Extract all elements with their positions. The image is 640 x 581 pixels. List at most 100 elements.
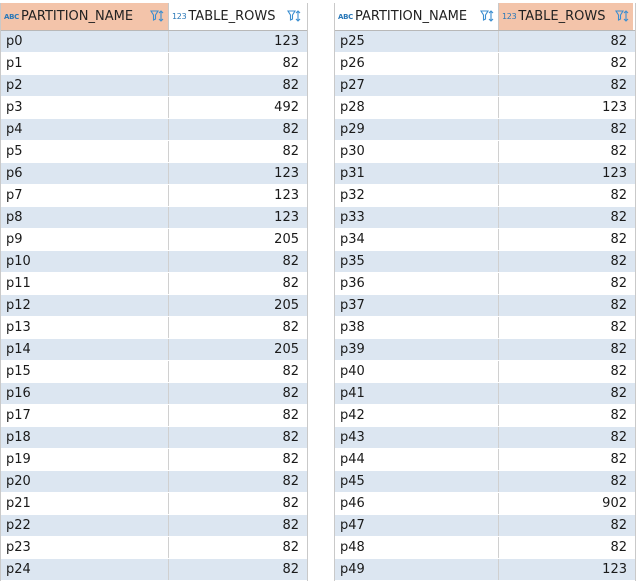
column-header-partition-name[interactable]: ABC PARTITION_NAME xyxy=(335,3,499,30)
partition-name-cell[interactable]: p1 xyxy=(1,53,169,74)
table-row[interactable]: p46 902 xyxy=(335,493,635,515)
partition-name-cell[interactable]: p35 xyxy=(335,251,499,272)
table-row[interactable]: p2 82 xyxy=(1,75,307,97)
table-row[interactable]: p12 205 xyxy=(1,295,307,317)
table-rows-cell[interactable]: 82 xyxy=(169,383,305,404)
partition-name-cell[interactable]: p43 xyxy=(335,427,499,448)
partition-name-cell[interactable]: p6 xyxy=(1,163,169,184)
partition-name-cell[interactable]: p44 xyxy=(335,449,499,470)
results-grid-right[interactable]: ABC PARTITION_NAME 123 TABLE_ROWS p25 82 p… xyxy=(334,3,636,581)
table-rows-cell[interactable]: 82 xyxy=(169,449,305,470)
table-row[interactable]: p7 123 xyxy=(1,185,307,207)
table-rows-cell[interactable]: 82 xyxy=(169,515,305,536)
table-rows-cell[interactable]: 82 xyxy=(499,537,633,558)
table-rows-cell[interactable]: 123 xyxy=(169,163,305,184)
partition-name-cell[interactable]: p38 xyxy=(335,317,499,338)
table-rows-cell[interactable]: 123 xyxy=(169,31,305,52)
table-rows-cell[interactable]: 123 xyxy=(499,97,633,118)
table-rows-cell[interactable]: 82 xyxy=(499,515,633,536)
partition-name-cell[interactable]: p2 xyxy=(1,75,169,96)
partition-name-cell[interactable]: p29 xyxy=(335,119,499,140)
table-row[interactable]: p8 123 xyxy=(1,207,307,229)
table-rows-cell[interactable]: 123 xyxy=(169,185,305,206)
table-row[interactable]: p24 82 xyxy=(1,559,307,581)
table-row[interactable]: p34 82 xyxy=(335,229,635,251)
filter-sort-icon[interactable] xyxy=(287,9,301,23)
table-row[interactable]: p47 82 xyxy=(335,515,635,537)
table-row[interactable]: p23 82 xyxy=(1,537,307,559)
partition-name-cell[interactable]: p16 xyxy=(1,383,169,404)
partition-name-cell[interactable]: p48 xyxy=(335,537,499,558)
table-row[interactable]: p44 82 xyxy=(335,449,635,471)
table-rows-cell[interactable]: 82 xyxy=(169,119,305,140)
table-rows-cell[interactable]: 205 xyxy=(169,295,305,316)
table-rows-cell[interactable]: 82 xyxy=(499,317,633,338)
partition-name-cell[interactable]: p28 xyxy=(335,97,499,118)
table-row[interactable]: p35 82 xyxy=(335,251,635,273)
filter-sort-icon[interactable] xyxy=(615,9,629,23)
table-rows-cell[interactable]: 82 xyxy=(499,31,633,52)
table-rows-cell[interactable]: 123 xyxy=(499,559,633,580)
table-rows-cell[interactable]: 82 xyxy=(169,559,305,580)
table-rows-cell[interactable]: 82 xyxy=(169,493,305,514)
table-row[interactable]: p42 82 xyxy=(335,405,635,427)
table-rows-cell[interactable]: 82 xyxy=(169,471,305,492)
partition-name-cell[interactable]: p3 xyxy=(1,97,169,118)
table-row[interactable]: p3 492 xyxy=(1,97,307,119)
table-row[interactable]: p32 82 xyxy=(335,185,635,207)
partition-name-cell[interactable]: p37 xyxy=(335,295,499,316)
partition-name-cell[interactable]: p22 xyxy=(1,515,169,536)
table-row[interactable]: p16 82 xyxy=(1,383,307,405)
partition-name-cell[interactable]: p49 xyxy=(335,559,499,580)
partition-name-cell[interactable]: p11 xyxy=(1,273,169,294)
table-row[interactable]: p1 82 xyxy=(1,53,307,75)
table-rows-cell[interactable]: 82 xyxy=(499,471,633,492)
table-row[interactable]: p29 82 xyxy=(335,119,635,141)
table-row[interactable]: p36 82 xyxy=(335,273,635,295)
table-rows-cell[interactable]: 82 xyxy=(499,427,633,448)
partition-name-cell[interactable]: p39 xyxy=(335,339,499,360)
table-rows-cell[interactable]: 82 xyxy=(169,251,305,272)
table-row[interactable]: p37 82 xyxy=(335,295,635,317)
table-row[interactable]: p27 82 xyxy=(335,75,635,97)
partition-name-cell[interactable]: p21 xyxy=(1,493,169,514)
column-header-partition-name[interactable]: ABC PARTITION_NAME xyxy=(1,3,169,30)
table-rows-cell[interactable]: 82 xyxy=(169,141,305,162)
table-row[interactable]: p49 123 xyxy=(335,559,635,581)
table-rows-cell[interactable]: 82 xyxy=(499,383,633,404)
table-rows-cell[interactable]: 82 xyxy=(499,229,633,250)
table-row[interactable]: p40 82 xyxy=(335,361,635,383)
partition-name-cell[interactable]: p45 xyxy=(335,471,499,492)
partition-name-cell[interactable]: p15 xyxy=(1,361,169,382)
table-rows-cell[interactable]: 205 xyxy=(169,339,305,360)
table-row[interactable]: p19 82 xyxy=(1,449,307,471)
table-rows-cell[interactable]: 82 xyxy=(499,361,633,382)
filter-sort-icon[interactable] xyxy=(480,9,494,23)
table-rows-cell[interactable]: 902 xyxy=(499,493,633,514)
table-rows-cell[interactable]: 82 xyxy=(499,251,633,272)
table-rows-cell[interactable]: 82 xyxy=(499,449,633,470)
partition-name-cell[interactable]: p27 xyxy=(335,75,499,96)
table-row[interactable]: p4 82 xyxy=(1,119,307,141)
partition-name-cell[interactable]: p30 xyxy=(335,141,499,162)
table-rows-cell[interactable]: 82 xyxy=(169,537,305,558)
table-row[interactable]: p14 205 xyxy=(1,339,307,361)
partition-name-cell[interactable]: p47 xyxy=(335,515,499,536)
partition-name-cell[interactable]: p12 xyxy=(1,295,169,316)
column-header-table-rows[interactable]: 123 TABLE_ROWS xyxy=(499,3,633,30)
partition-name-cell[interactable]: p36 xyxy=(335,273,499,294)
table-rows-cell[interactable]: 82 xyxy=(499,339,633,360)
table-row[interactable]: p30 82 xyxy=(335,141,635,163)
partition-name-cell[interactable]: p18 xyxy=(1,427,169,448)
table-rows-cell[interactable]: 82 xyxy=(499,185,633,206)
partition-name-cell[interactable]: p42 xyxy=(335,405,499,426)
partition-name-cell[interactable]: p5 xyxy=(1,141,169,162)
table-row[interactable]: p22 82 xyxy=(1,515,307,537)
partition-name-cell[interactable]: p20 xyxy=(1,471,169,492)
table-row[interactable]: p5 82 xyxy=(1,141,307,163)
table-row[interactable]: p13 82 xyxy=(1,317,307,339)
table-rows-cell[interactable]: 82 xyxy=(169,53,305,74)
table-rows-cell[interactable]: 82 xyxy=(169,361,305,382)
table-rows-cell[interactable]: 82 xyxy=(499,273,633,294)
table-rows-cell[interactable]: 123 xyxy=(499,163,633,184)
